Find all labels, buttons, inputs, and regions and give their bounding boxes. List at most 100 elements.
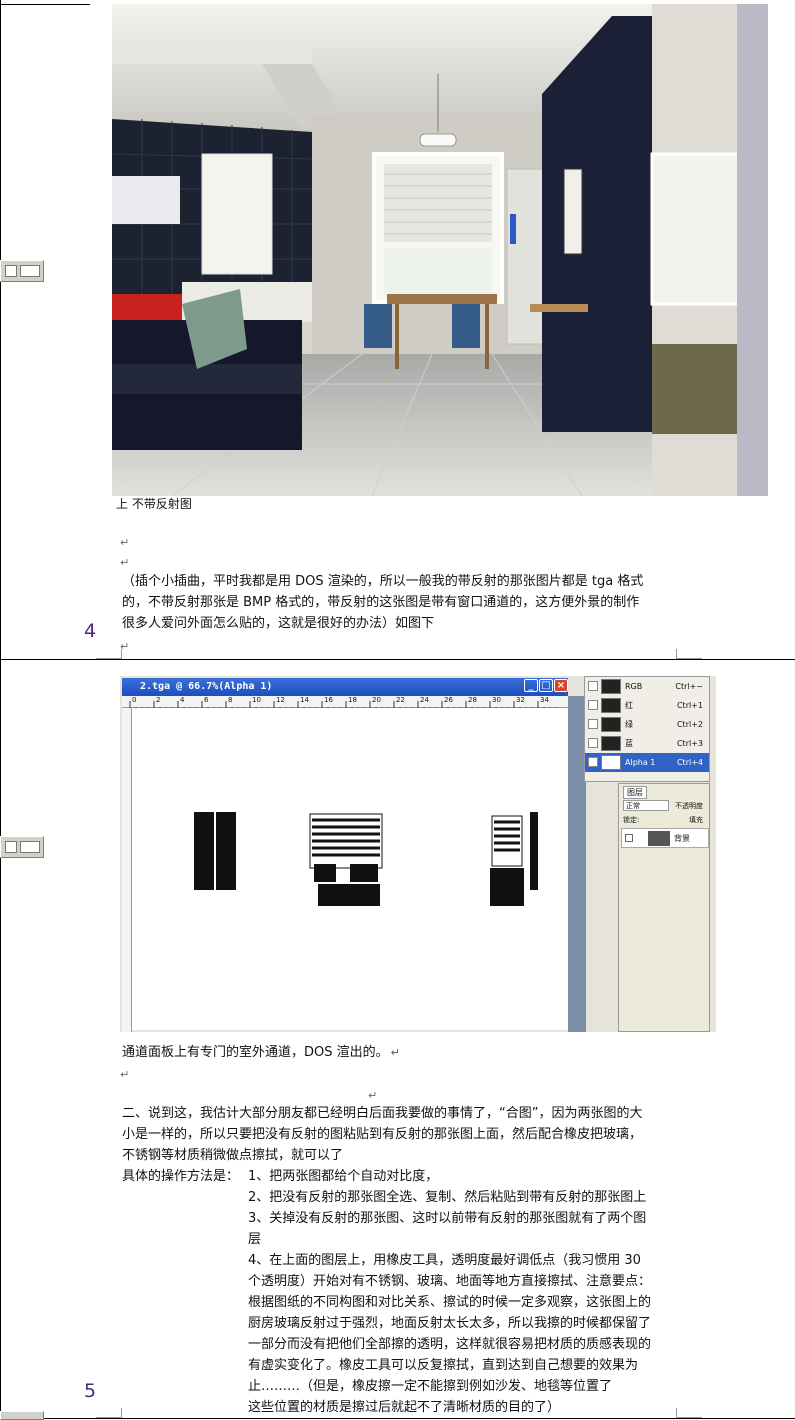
tab-layers[interactable]: 图层: [623, 786, 647, 799]
step-3-line-2: 层: [248, 1232, 262, 1247]
ruler-label: 32: [516, 696, 525, 704]
step-4-line-1: 4、在上面的图层上，用橡皮工具，透明度最好调低点（我习惯用 30: [248, 1253, 641, 1268]
channel-row-selected[interactable]: Alpha 1 Ctrl+4: [585, 753, 709, 772]
channel-row[interactable]: RGB Ctrl+~: [585, 677, 709, 696]
ruler-label: 4: [180, 696, 185, 704]
page-top-rule: [0, 4, 90, 5]
alpha-channel-canvas: [132, 708, 568, 1030]
ruler-label: 34: [540, 696, 549, 704]
margin-note-button[interactable]: [0, 1411, 44, 1420]
page-corner-mark: [676, 649, 702, 659]
channel-caption: 通道面板上有专门的室外通道，DOS 渲出的。 ↵: [122, 1045, 400, 1060]
note-line-1: （插个小插曲，平时我都是用 DOS 渲染的，所以一般我的带反射的那张图片都是 t…: [122, 574, 644, 589]
channels-panel: RGB Ctrl+~ 红 Ctrl+1 绿 Ctrl+2 蓝 Ctrl+3 Al…: [584, 676, 710, 782]
photo-caption: 上 不带反射图: [116, 497, 192, 509]
note-line-2: 的，不带反射那张是 BMP 格式的，带反射的这张图是带有窗口通道的，这方便外景的…: [122, 595, 640, 610]
channel-shortcut: Ctrl+1: [676, 701, 703, 710]
page-corner-mark: [676, 1408, 702, 1418]
ruler-label: 30: [492, 696, 501, 704]
step-4-line-6: 有虚实变化了。橡皮工具可以反复擦拭，直到达到自己想要的效果为: [248, 1358, 639, 1373]
channel-name: 绿: [625, 720, 633, 729]
channel-thumbnail: [601, 679, 621, 694]
ruler-label: 10: [252, 696, 261, 704]
paragraph-mark: ↵: [120, 1068, 130, 1081]
section2-line-3: 不锈钢等材质稍微做点擦拭，就可以了: [122, 1148, 344, 1163]
ruler-label: 28: [468, 696, 477, 704]
layer-thumbnail: [648, 831, 670, 846]
page-number: 5: [84, 1380, 97, 1402]
maximize-button[interactable]: □: [539, 679, 553, 692]
page-corner-mark: [96, 649, 122, 659]
ruler-label: 8: [228, 696, 233, 704]
step-2: 2、把没有反射的那张图全选、复制、然后粘贴到带有反射的那张图上: [248, 1190, 647, 1205]
step-4-line-4: 厨房玻璃反射过于强烈，地面反射太长太多，所以我擦的时候都保留了: [248, 1316, 652, 1331]
photoshop-screenshot: 2.tga @ 66.7%(Alpha 1) _ □ × 0 2 4 6 8 10 12 14…: [120, 676, 716, 1032]
visibility-toggle[interactable]: [588, 719, 598, 729]
ruler-label: 12: [276, 696, 285, 704]
fill-label: 填充: [689, 816, 703, 824]
channel-shortcut: Ctrl+4: [676, 758, 703, 767]
step-1: 1、把两张图都给个自动对比度，: [248, 1169, 439, 1184]
channel-name: 蓝: [625, 739, 633, 748]
channel-row[interactable]: 绿 Ctrl+2: [585, 715, 709, 734]
margin-note-button[interactable]: [0, 260, 44, 282]
vertical-ruler: [122, 708, 132, 1032]
note-line-3: 很多人爱问外面怎么贴的，这就是很好的办法）如图下: [122, 616, 435, 631]
channel-shortcut: Ctrl+~: [675, 682, 703, 691]
channel-thumbnail: [601, 755, 621, 770]
channel-shortcut: Ctrl+3: [676, 739, 703, 748]
channel-name: RGB: [625, 682, 643, 691]
layer-name: 背景: [674, 834, 690, 843]
alpha-mask-shapes: [194, 812, 538, 906]
section2-line-2: 小是一样的，所以只要把没有反射的图粘贴到有反射的那张图上面，然后配合橡皮把玻璃，: [122, 1127, 643, 1142]
interior-render-illustration: [112, 4, 768, 496]
step-4-line-3: 根据图纸的不同构图和对比关系、擦试的时候一定多观察，这张图上的: [248, 1295, 652, 1310]
step-4-line-5: 一部分而没有把他们全部擦的透明，这样就很容易把材质的质感表现的: [248, 1337, 652, 1352]
ruler-label: 16: [324, 696, 333, 704]
channel-shortcut: Ctrl+2: [676, 720, 703, 729]
step-3-line-1: 3、关掉没有反射的那张图、这时以前带有反射的那张图就有了两个图: [248, 1211, 647, 1226]
channel-thumbnail: [601, 698, 621, 713]
ruler-label: 2: [156, 696, 161, 704]
channel-row[interactable]: 蓝 Ctrl+3: [585, 734, 709, 753]
channel-name: 红: [625, 701, 633, 710]
step-4-line-2: 个透明度）开始对有不锈钢、玻璃、地面等地方直接擦拭、注意要点：: [248, 1274, 652, 1289]
visibility-toggle[interactable]: [588, 738, 598, 748]
lock-label: 锁定:: [623, 816, 640, 824]
paragraph-mark: ↵: [120, 556, 130, 569]
horizontal-ruler: 0 2 4 6 8 10 12 14 16 18 20 22 24 26 28 30 32 34: [122, 696, 568, 711]
document-window-title: 2.tga @ 66.7%(Alpha 1): [122, 678, 568, 696]
step-4-line-7: 止………（但是，橡皮擦一定不能擦到例如沙发、地毯等位置了: [248, 1379, 613, 1394]
page-left-border: [0, 0, 1, 1420]
layer-row[interactable]: 背景: [621, 828, 709, 848]
visibility-toggle[interactable]: [588, 700, 598, 710]
ruler-label: 18: [348, 696, 357, 704]
page-corner-mark: [96, 1408, 122, 1418]
close-button[interactable]: ×: [554, 679, 568, 692]
method-label: 具体的操作方法是：: [122, 1169, 240, 1184]
margin-note-button[interactable]: [0, 836, 44, 858]
page-number: 4: [84, 620, 97, 642]
page-bottom-rule: [0, 1418, 795, 1419]
opacity-label: 不透明度: [675, 802, 703, 810]
ruler-label: 22: [396, 696, 405, 704]
visibility-toggle[interactable]: [588, 681, 598, 691]
paragraph-mark: ↵: [120, 536, 130, 549]
ruler-label: 26: [444, 696, 453, 704]
channel-row[interactable]: 红 Ctrl+1: [585, 696, 709, 715]
eye-icon[interactable]: [625, 834, 633, 842]
interior-render-image: [112, 4, 768, 496]
page-break-rule: [0, 659, 795, 660]
ruler-label: 24: [420, 696, 429, 704]
minimize-button[interactable]: _: [524, 679, 538, 692]
channel-name: Alpha 1: [625, 758, 656, 767]
eye-icon[interactable]: [588, 757, 598, 767]
ruler-label: 0: [132, 696, 137, 704]
ruler-label: 14: [300, 696, 309, 704]
ruler-label: 6: [204, 696, 209, 704]
step-4-line-8: 这些位置的材质是擦过后就起不了清晰材质的目的了）: [248, 1400, 561, 1415]
section2-line-1: 二、说到这，我估计大部分朋友都已经明白后面我要做的事情了，“合图”，因为两张图的…: [122, 1106, 643, 1121]
channel-thumbnail: [601, 717, 621, 732]
ruler-label: 20: [372, 696, 381, 704]
blend-mode-select[interactable]: 正常: [623, 800, 669, 811]
